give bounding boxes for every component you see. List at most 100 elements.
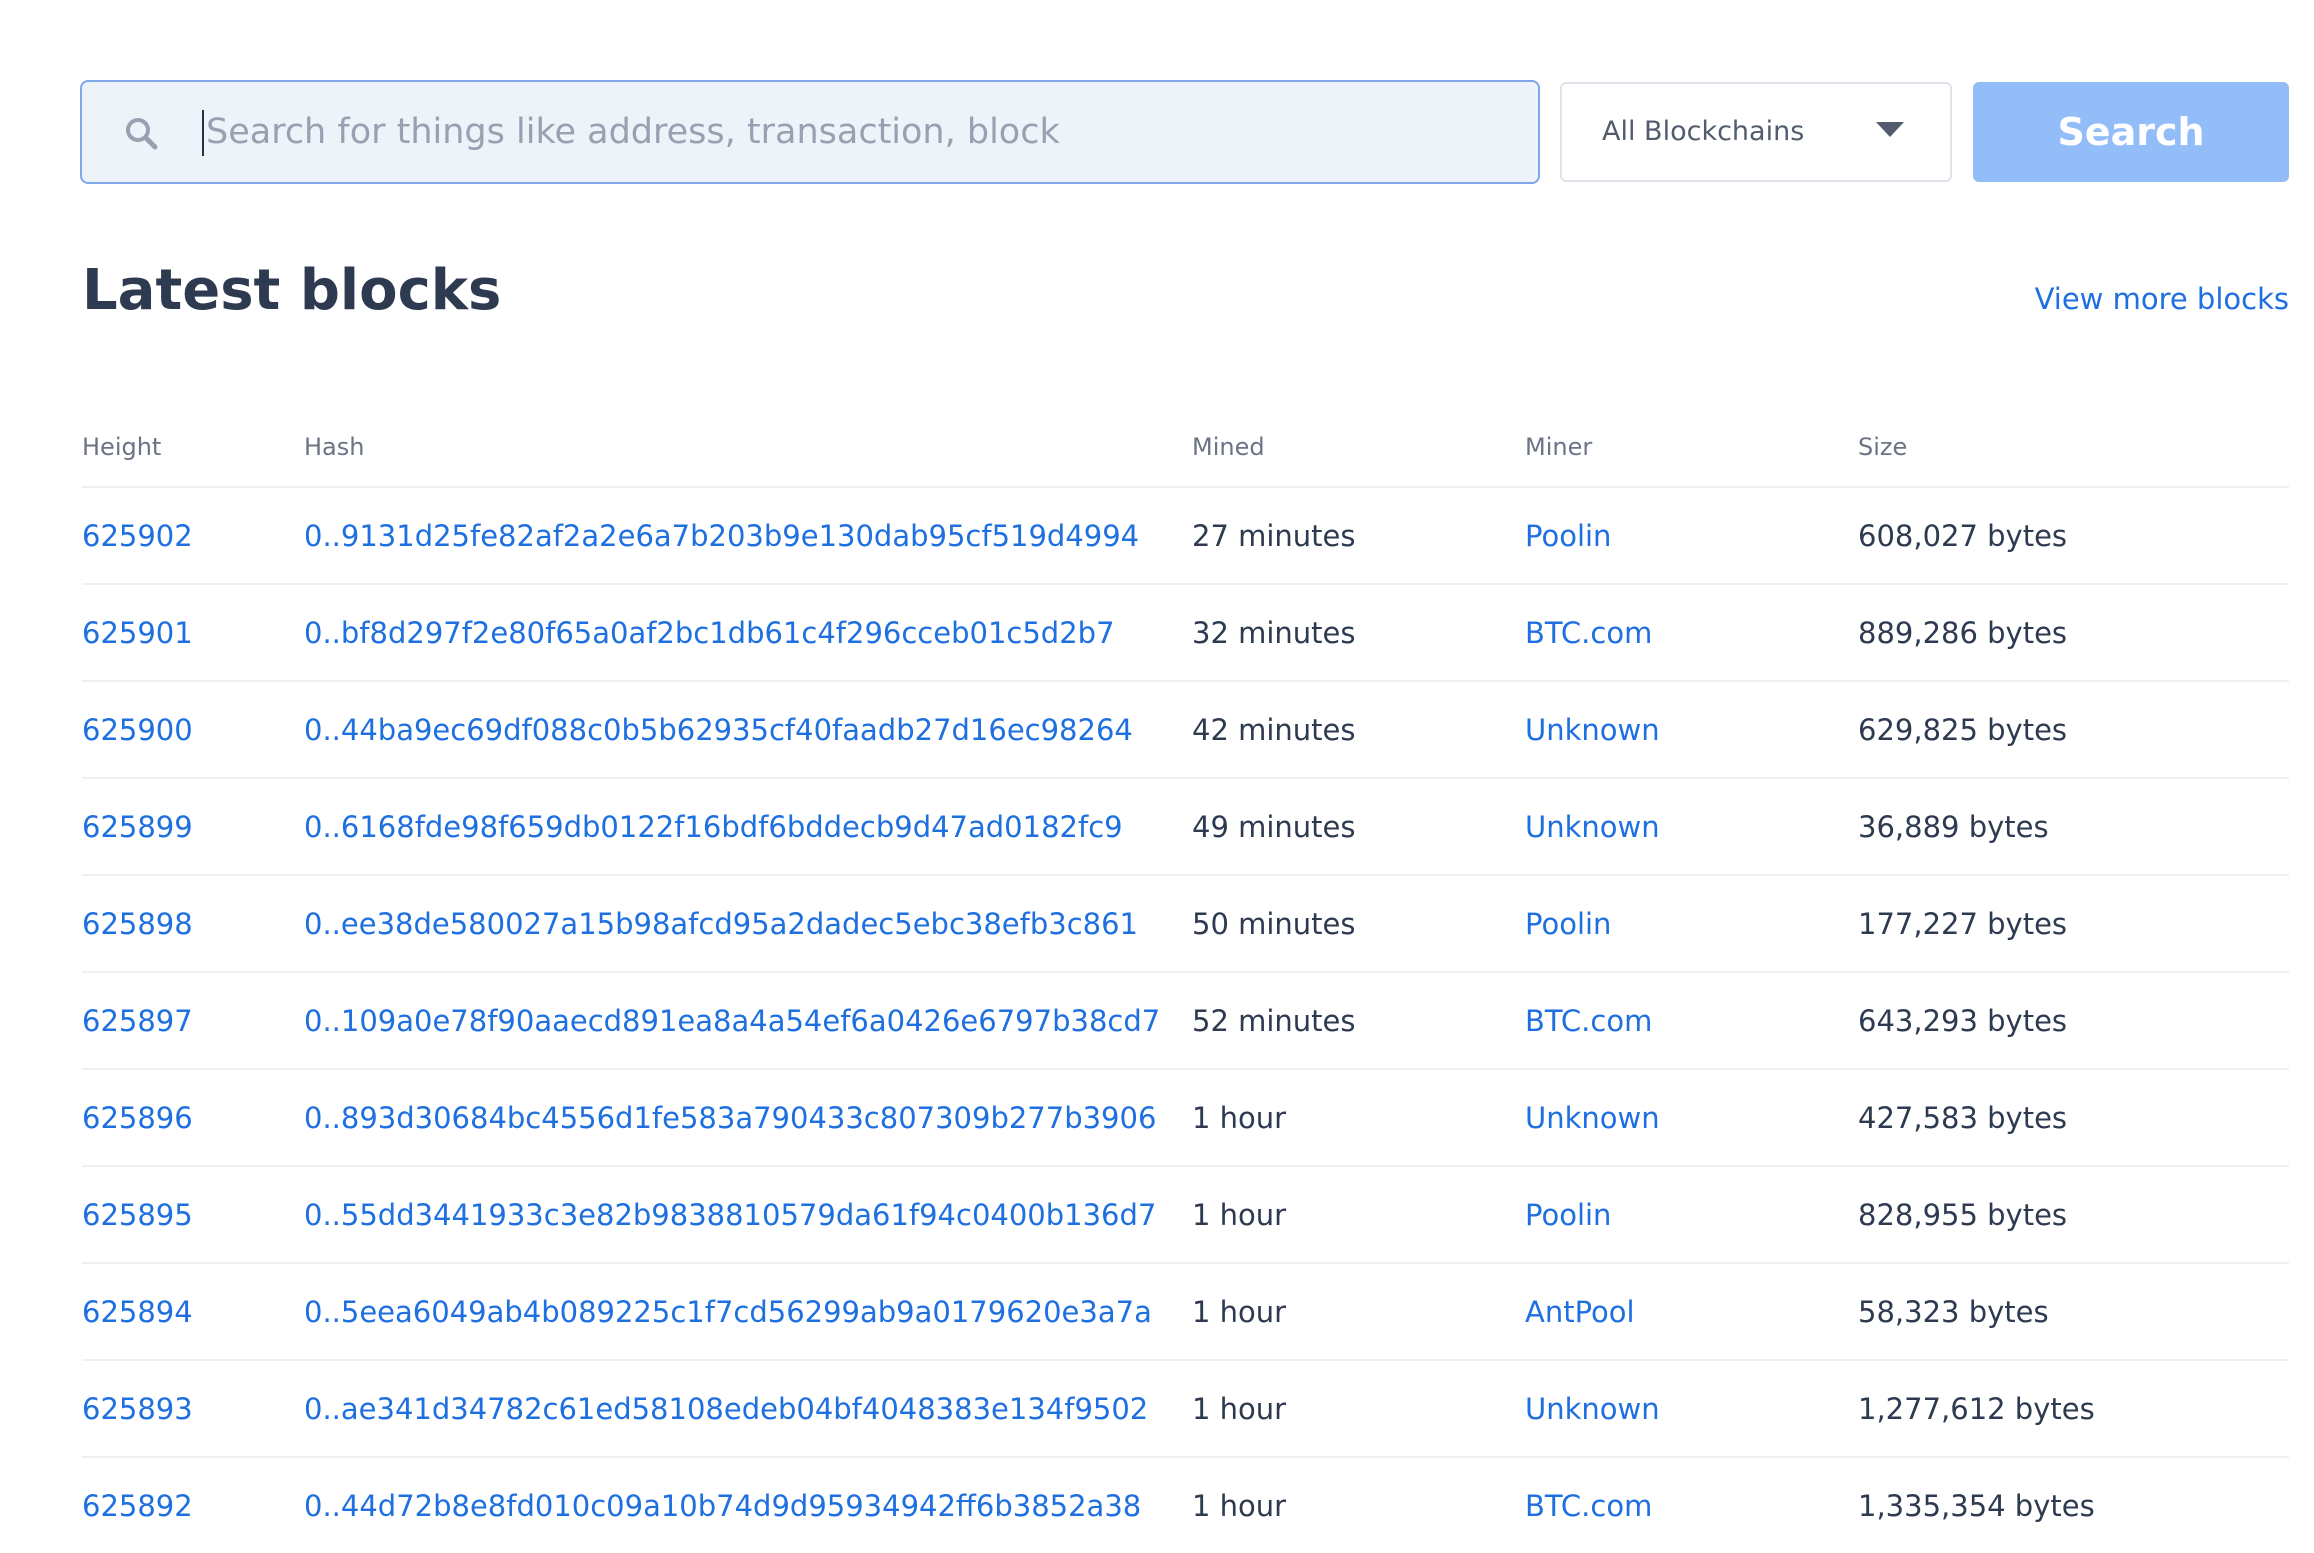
block-miner-link[interactable]: BTC.com: [1525, 1004, 1652, 1038]
blocks-table-body: 625902 0..9131d25fe82af2a2e6a7b203b9e130d…: [82, 487, 2289, 1553]
table-cell-size: 889,286 bytes: [1858, 584, 2289, 682]
block-miner-link[interactable]: BTC.com: [1525, 616, 1652, 650]
table-cell-size: 828,955 bytes: [1858, 1166, 2289, 1264]
table-row: 625892 0..44d72b8e8fd010c09a10b74d9d95934…: [82, 1457, 2289, 1553]
table-cell-hash: 0..44ba9ec69df088c0b5b62935cf40faadb27d1…: [304, 681, 1192, 779]
block-miner-link[interactable]: Unknown: [1525, 810, 1660, 844]
block-hash-link[interactable]: 0..893d30684bc4556d1fe583a790433c807309b…: [304, 1101, 1156, 1135]
table-cell-mined: 50 minutes: [1192, 875, 1525, 973]
block-mined-time: 42 minutes: [1192, 712, 1356, 747]
table-cell-miner: BTC.com: [1525, 972, 1858, 1070]
block-height-link[interactable]: 625897: [82, 1004, 193, 1038]
block-height-link[interactable]: 625902: [82, 519, 193, 553]
table-cell-height: 625894: [82, 1263, 304, 1361]
block-size: 177,227 bytes: [1858, 906, 2068, 941]
block-hash-link[interactable]: 0..109a0e78f90aaecd891ea8a4a54ef6a0426e6…: [304, 1004, 1160, 1038]
block-hash-link[interactable]: 0..9131d25fe82af2a2e6a7b203b9e130dab95cf…: [304, 519, 1139, 553]
table-cell-height: 625895: [82, 1166, 304, 1264]
block-hash-link[interactable]: 0..ae341d34782c61ed58108edeb04bf4048383e…: [304, 1392, 1148, 1426]
table-row: 625899 0..6168fde98f659db0122f16bdf6bddec…: [82, 778, 2289, 876]
block-height-link[interactable]: 625899: [82, 810, 193, 844]
block-hash-link[interactable]: 0..5eea6049ab4b089225c1f7cd56299ab9a0179…: [304, 1295, 1152, 1329]
block-size: 427,583 bytes: [1858, 1100, 2068, 1135]
table-cell-hash: 0..ee38de580027a15b98afcd95a2dadec5ebc38…: [304, 875, 1192, 973]
table-cell-size: 643,293 bytes: [1858, 972, 2289, 1070]
table-cell-size: 1,335,354 bytes: [1858, 1457, 2289, 1553]
block-miner-link[interactable]: Poolin: [1525, 1198, 1611, 1232]
block-height-link[interactable]: 625892: [82, 1489, 193, 1523]
block-mined-time: 27 minutes: [1192, 518, 1356, 553]
blockchain-select[interactable]: All Blockchains: [1560, 82, 1952, 182]
block-height-link[interactable]: 625898: [82, 907, 193, 941]
block-height-link[interactable]: 625893: [82, 1392, 193, 1426]
table-cell-size: 629,825 bytes: [1858, 681, 2289, 779]
table-cell-miner: BTC.com: [1525, 1457, 1858, 1553]
column-header-hash: Hash: [304, 408, 1192, 488]
table-cell-miner: Unknown: [1525, 1360, 1858, 1458]
chevron-down-icon: [1876, 122, 1904, 137]
column-header-size: Size: [1858, 408, 2289, 488]
search-input[interactable]: [202, 96, 1502, 168]
table-cell-height: 625900: [82, 681, 304, 779]
view-more-blocks-link[interactable]: View more blocks: [2035, 282, 2289, 316]
search-button[interactable]: Search: [1973, 82, 2289, 182]
table-cell-hash: 0..44d72b8e8fd010c09a10b74d9d95934942ff6…: [304, 1457, 1192, 1553]
table-cell-size: 608,027 bytes: [1858, 487, 2289, 585]
table-cell-hash: 0..6168fde98f659db0122f16bdf6bddecb9d47a…: [304, 778, 1192, 876]
block-hash-link[interactable]: 0..44d72b8e8fd010c09a10b74d9d95934942ff6…: [304, 1489, 1141, 1523]
block-height-link[interactable]: 625895: [82, 1198, 193, 1232]
block-hash-link[interactable]: 0..6168fde98f659db0122f16bdf6bddecb9d47a…: [304, 810, 1123, 844]
block-miner-link[interactable]: Unknown: [1525, 1101, 1660, 1135]
table-cell-hash: 0..bf8d297f2e80f65a0af2bc1db61c4f296cceb…: [304, 584, 1192, 682]
table-cell-height: 625892: [82, 1457, 304, 1553]
block-miner-link[interactable]: Unknown: [1525, 1392, 1660, 1426]
table-cell-miner: Unknown: [1525, 778, 1858, 876]
block-height-link[interactable]: 625900: [82, 713, 193, 747]
table-row: 625895 0..55dd3441933c3e82b9838810579da61…: [82, 1166, 2289, 1264]
block-height-link[interactable]: 625901: [82, 616, 193, 650]
block-hash-link[interactable]: 0..44ba9ec69df088c0b5b62935cf40faadb27d1…: [304, 713, 1133, 747]
table-cell-mined: 32 minutes: [1192, 584, 1525, 682]
table-cell-mined: 1 hour: [1192, 1263, 1525, 1361]
block-height-link[interactable]: 625896: [82, 1101, 193, 1135]
block-miner-link[interactable]: Poolin: [1525, 519, 1611, 553]
block-hash-link[interactable]: 0..55dd3441933c3e82b9838810579da61f94c04…: [304, 1198, 1156, 1232]
block-hash-link[interactable]: 0..bf8d297f2e80f65a0af2bc1db61c4f296cceb…: [304, 616, 1115, 650]
table-row: 625896 0..893d30684bc4556d1fe583a790433c8…: [82, 1069, 2289, 1167]
table-row: 625898 0..ee38de580027a15b98afcd95a2dadec…: [82, 875, 2289, 973]
table-cell-height: 625898: [82, 875, 304, 973]
block-hash-link[interactable]: 0..ee38de580027a15b98afcd95a2dadec5ebc38…: [304, 907, 1138, 941]
table-row: 625894 0..5eea6049ab4b089225c1f7cd56299ab…: [82, 1263, 2289, 1361]
table-cell-miner: Poolin: [1525, 487, 1858, 585]
block-mined-time: 32 minutes: [1192, 615, 1356, 650]
table-cell-height: 625896: [82, 1069, 304, 1167]
table-cell-size: 427,583 bytes: [1858, 1069, 2289, 1167]
block-miner-link[interactable]: BTC.com: [1525, 1489, 1652, 1523]
table-cell-miner: Poolin: [1525, 1166, 1858, 1264]
table-cell-height: 625897: [82, 972, 304, 1070]
block-mined-time: 52 minutes: [1192, 1003, 1356, 1038]
block-height-link[interactable]: 625894: [82, 1295, 193, 1329]
table-cell-miner: Poolin: [1525, 875, 1858, 973]
block-mined-time: 1 hour: [1192, 1294, 1287, 1329]
table-cell-mined: 1 hour: [1192, 1166, 1525, 1264]
table-cell-hash: 0..55dd3441933c3e82b9838810579da61f94c04…: [304, 1166, 1192, 1264]
table-cell-miner: Unknown: [1525, 681, 1858, 779]
block-size: 608,027 bytes: [1858, 518, 2068, 553]
table-cell-mined: 49 minutes: [1192, 778, 1525, 876]
table-cell-hash: 0..5eea6049ab4b089225c1f7cd56299ab9a0179…: [304, 1263, 1192, 1361]
block-mined-time: 49 minutes: [1192, 809, 1356, 844]
table-cell-mined: 27 minutes: [1192, 487, 1525, 585]
table-cell-mined: 1 hour: [1192, 1069, 1525, 1167]
blocks-table: Height Hash Mined Miner Size 625902 0..91…: [82, 408, 2289, 1553]
block-size: 58,323 bytes: [1858, 1294, 2049, 1329]
table-cell-height: 625899: [82, 778, 304, 876]
block-mined-time: 1 hour: [1192, 1391, 1287, 1426]
table-cell-mined: 42 minutes: [1192, 681, 1525, 779]
block-miner-link[interactable]: AntPool: [1525, 1295, 1635, 1329]
table-cell-height: 625901: [82, 584, 304, 682]
block-miner-link[interactable]: Poolin: [1525, 907, 1611, 941]
block-miner-link[interactable]: Unknown: [1525, 713, 1660, 747]
table-cell-mined: 1 hour: [1192, 1360, 1525, 1458]
block-size: 1,335,354 bytes: [1858, 1488, 2095, 1523]
